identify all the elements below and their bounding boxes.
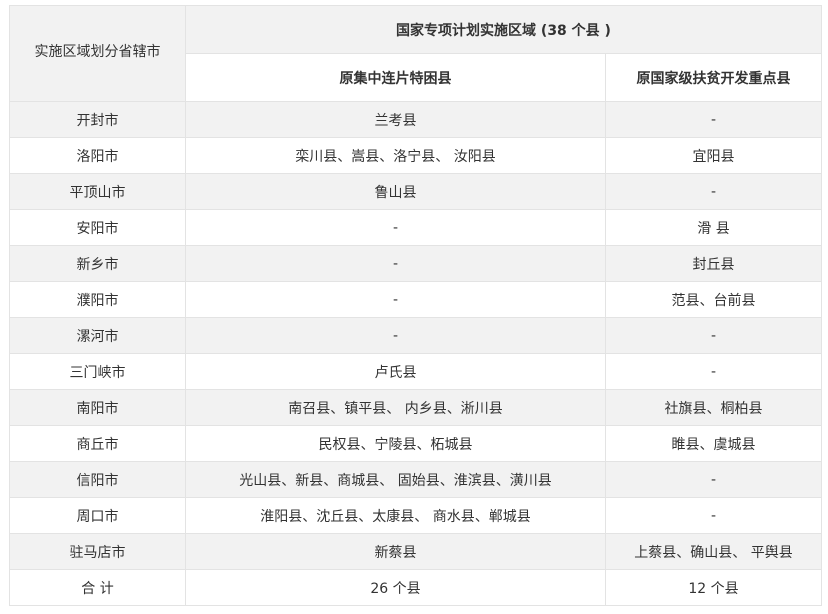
table-row: 信阳市 光山县、新县、商城县、 固始县、淮滨县、潢川县 - xyxy=(9,461,822,498)
cell-city: 濮阳市 xyxy=(9,281,186,318)
cell-contiguous-poverty: 南召县、镇平县、 内乡县、淅川县 xyxy=(185,389,606,426)
cell-contiguous-poverty: 栾川县、嵩县、洛宁县、 汝阳县 xyxy=(185,137,606,174)
cell-contiguous-poverty: - xyxy=(185,245,606,282)
cell-city: 信阳市 xyxy=(9,461,186,498)
cell-city: 开封市 xyxy=(9,101,186,138)
header-col-key-poverty: 原国家级扶贫开发重点县 xyxy=(605,53,822,102)
cell-city: 安阳市 xyxy=(9,209,186,246)
cell-city: 新乡市 xyxy=(9,245,186,282)
cell-key-poverty: 上蔡县、确山县、 平舆县 xyxy=(605,533,822,570)
cell-key-poverty: 社旗县、桐柏县 xyxy=(605,389,822,426)
cell-city: 洛阳市 xyxy=(9,137,186,174)
header-row-group: 实施区域划分省辖市 国家专项计划实施区域 (38 个县 ) xyxy=(9,5,822,102)
cell-contiguous-poverty: - xyxy=(185,317,606,354)
cell-city: 周口市 xyxy=(9,497,186,534)
table-row: 商丘市 民权县、宁陵县、柘城县 睢县、虞城县 xyxy=(9,425,822,462)
table-row: 安阳市 - 滑 县 xyxy=(9,209,822,246)
table-row: 新乡市 - 封丘县 xyxy=(9,245,822,282)
cell-contiguous-poverty: - xyxy=(185,209,606,246)
table-row: 开封市 兰考县 - xyxy=(9,101,822,138)
cell-contiguous-poverty: 鲁山县 xyxy=(185,173,606,210)
cell-key-poverty: - xyxy=(605,317,822,354)
table-row: 平顶山市 鲁山县 - xyxy=(9,173,822,210)
table-row: 三门峡市 卢氏县 - xyxy=(9,353,822,390)
cell-contiguous-poverty: 淮阳县、沈丘县、太康县、 商水县、郸城县 xyxy=(185,497,606,534)
cell-contiguous-poverty: 新蔡县 xyxy=(185,533,606,570)
cell-key-poverty: 范县、台前县 xyxy=(605,281,822,318)
cell-city: 漯河市 xyxy=(9,317,186,354)
table-row: 周口市 淮阳县、沈丘县、太康县、 商水县、郸城县 - xyxy=(9,497,822,534)
cell-key-poverty: - xyxy=(605,101,822,138)
cell-city: 南阳市 xyxy=(9,389,186,426)
cell-key-poverty: 睢县、虞城县 xyxy=(605,425,822,462)
cell-key-poverty: 滑 县 xyxy=(605,209,822,246)
cell-city: 平顶山市 xyxy=(9,173,186,210)
cell-key-poverty: - xyxy=(605,173,822,210)
cell-city: 商丘市 xyxy=(9,425,186,462)
cell-key-poverty: 封丘县 xyxy=(605,245,822,282)
cell-contiguous-poverty: - xyxy=(185,281,606,318)
cell-city: 三门峡市 xyxy=(9,353,186,390)
cell-key-poverty: 12 个县 xyxy=(605,569,822,606)
cell-contiguous-poverty: 兰考县 xyxy=(185,101,606,138)
cell-contiguous-poverty: 光山县、新县、商城县、 固始县、淮滨县、潢川县 xyxy=(185,461,606,498)
cell-contiguous-poverty: 民权县、宁陵县、柘城县 xyxy=(185,425,606,462)
cell-key-poverty: - xyxy=(605,461,822,498)
page: 实施区域划分省辖市 国家专项计划实施区域 (38 个县 ) 原集中连片特困县 原… xyxy=(0,0,828,614)
cell-key-poverty: 宜阳县 xyxy=(605,137,822,174)
cell-key-poverty: - xyxy=(605,353,822,390)
table-row: 驻马店市 新蔡县 上蔡县、确山县、 平舆县 xyxy=(9,533,822,570)
table-header: 实施区域划分省辖市 国家专项计划实施区域 (38 个县 ) 原集中连片特困县 原… xyxy=(9,5,822,102)
table-row: 合 计 26 个县 12 个县 xyxy=(9,569,822,606)
cell-key-poverty: - xyxy=(605,497,822,534)
header-col-contiguous-poverty: 原集中连片特困县 xyxy=(185,53,606,102)
implementation-area-table: 实施区域划分省辖市 国家专项计划实施区域 (38 个县 ) 原集中连片特困县 原… xyxy=(9,5,822,606)
table-row: 漯河市 - - xyxy=(9,317,822,354)
table-row: 洛阳市 栾川县、嵩县、洛宁县、 汝阳县 宜阳县 xyxy=(9,137,822,174)
cell-contiguous-poverty: 26 个县 xyxy=(185,569,606,606)
table-row: 南阳市 南召县、镇平县、 内乡县、淅川县 社旗县、桐柏县 xyxy=(9,389,822,426)
table-body: 开封市 兰考县 - 洛阳市 栾川县、嵩县、洛宁县、 汝阳县 宜阳县 平顶山市 鲁山县 - 安阳市 -… xyxy=(9,101,822,606)
cell-city: 驻马店市 xyxy=(9,533,186,570)
header-region: 实施区域划分省辖市 xyxy=(9,5,186,102)
cell-contiguous-poverty: 卢氏县 xyxy=(185,353,606,390)
table-row: 濮阳市 - 范县、台前县 xyxy=(9,281,822,318)
cell-city: 合 计 xyxy=(9,569,186,606)
header-group: 国家专项计划实施区域 (38 个县 ) xyxy=(185,5,822,54)
